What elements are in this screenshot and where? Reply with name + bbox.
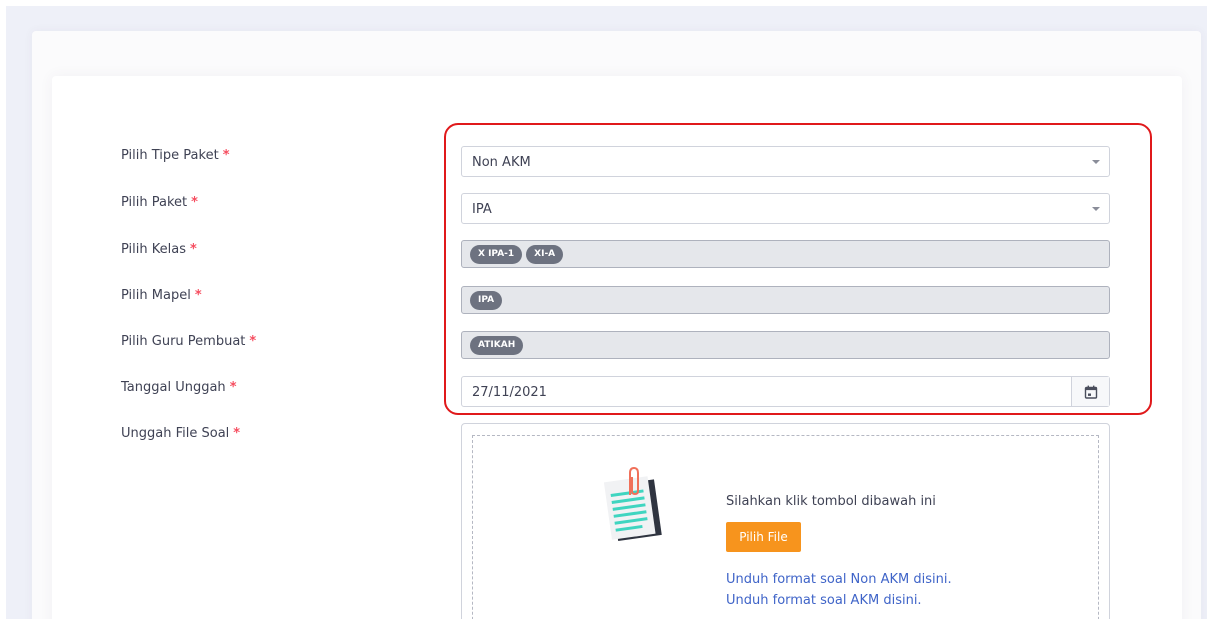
upload-instruction: Silahkan klik tombol dibawah ini [726, 494, 936, 509]
label-kelas: Pilih Kelas * [121, 242, 197, 257]
highlight-box [444, 123, 1152, 415]
required-mark: * [233, 426, 241, 441]
pilih-file-button[interactable]: Pilih File [726, 522, 801, 552]
label-paket: Pilih Paket * [121, 195, 198, 210]
required-mark: * [249, 334, 257, 349]
download-non-akm-link[interactable]: Unduh format soal Non AKM disini. [726, 572, 952, 587]
label-tipe-paket: Pilih Tipe Paket * [121, 148, 230, 163]
required-mark: * [222, 148, 230, 163]
document-clip-icon [603, 466, 662, 541]
required-mark: * [194, 288, 202, 303]
required-mark: * [191, 195, 198, 210]
download-akm-link[interactable]: Unduh format soal AKM disini. [726, 593, 922, 608]
label-mapel: Pilih Mapel * [121, 288, 202, 303]
required-mark: * [190, 242, 197, 257]
label-unggah-file-soal: Unggah File Soal * [121, 426, 241, 441]
label-tanggal-unggah: Tanggal Unggah * [121, 380, 237, 395]
required-mark: * [229, 380, 237, 395]
label-guru-pembuat: Pilih Guru Pembuat * [121, 334, 257, 349]
